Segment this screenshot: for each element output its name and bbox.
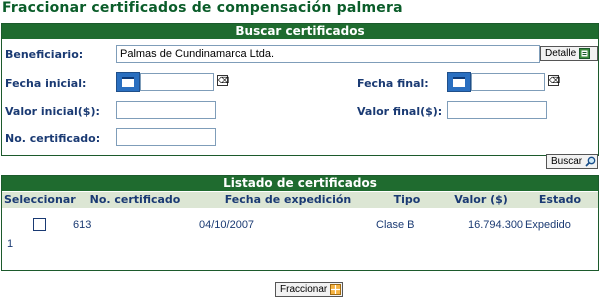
column-header-valor: Valor ($) bbox=[454, 193, 508, 206]
details-icon bbox=[579, 48, 591, 59]
table-header: Seleccionar No. certificado Fecha de exp… bbox=[2, 192, 598, 208]
buscar-button[interactable]: Buscar bbox=[546, 154, 598, 169]
select-checkbox[interactable] bbox=[33, 218, 46, 231]
fecha-inicial-field[interactable] bbox=[140, 73, 214, 91]
certificados-list-panel: Listado de certificados Seleccionar No. … bbox=[1, 175, 599, 271]
clear-date-icon[interactable]: ⌫ bbox=[217, 75, 229, 86]
column-header-no-certificado: No. certificado bbox=[89, 193, 181, 206]
no-certificado-label: No. certificado: bbox=[5, 132, 101, 145]
beneficiario-field[interactable]: Palmas de Cundinamarca Ltda. bbox=[116, 45, 540, 63]
fecha-inicial-label: Fecha inicial: bbox=[5, 77, 87, 90]
list-panel-header: Listado de certificados bbox=[2, 176, 598, 191]
no-certificado-field[interactable] bbox=[116, 128, 216, 146]
calendar-icon[interactable] bbox=[116, 72, 140, 92]
pagination-page-link[interactable]: 1 bbox=[7, 238, 13, 250]
fraccionar-button-label: Fraccionar bbox=[280, 284, 328, 295]
column-header-fecha: Fecha de expedición bbox=[224, 193, 352, 206]
valor-final-field[interactable] bbox=[447, 101, 547, 119]
cell-valor: 16.794.300 bbox=[468, 219, 524, 231]
valor-final-label: Valor final($): bbox=[357, 105, 443, 118]
search-panel: Buscar certificados Beneficiario: Palmas… bbox=[1, 23, 599, 156]
valor-inicial-field[interactable] bbox=[116, 101, 216, 119]
column-header-seleccionar: Seleccionar bbox=[4, 193, 76, 206]
beneficiario-label: Beneficiario: bbox=[5, 48, 84, 61]
calendar-icon[interactable] bbox=[447, 72, 471, 92]
page-title: Fraccionar certificados de compensación … bbox=[2, 0, 403, 16]
buscar-button-label: Buscar bbox=[551, 156, 583, 167]
detalle-button-label: Detalle bbox=[545, 48, 577, 59]
cell-estado: Expedido bbox=[525, 219, 571, 231]
search-icon bbox=[585, 156, 596, 167]
cell-fecha: 04/10/2007 bbox=[199, 219, 255, 231]
clear-date-icon[interactable]: ⌫ bbox=[548, 75, 560, 86]
cell-tipo: Clase B bbox=[376, 219, 415, 231]
column-header-estado: Estado bbox=[538, 193, 582, 206]
column-header-tipo: Tipo bbox=[393, 193, 421, 206]
cell-no-certificado: 613 bbox=[73, 219, 92, 231]
split-icon bbox=[330, 284, 342, 295]
detalle-button[interactable]: Detalle bbox=[540, 46, 598, 61]
fraccionar-button[interactable]: Fraccionar bbox=[275, 282, 343, 297]
valor-inicial-label: Valor inicial($): bbox=[5, 105, 100, 118]
search-panel-header: Buscar certificados bbox=[2, 24, 598, 39]
fecha-final-field[interactable] bbox=[471, 73, 545, 91]
fecha-final-label: Fecha final: bbox=[357, 77, 429, 90]
